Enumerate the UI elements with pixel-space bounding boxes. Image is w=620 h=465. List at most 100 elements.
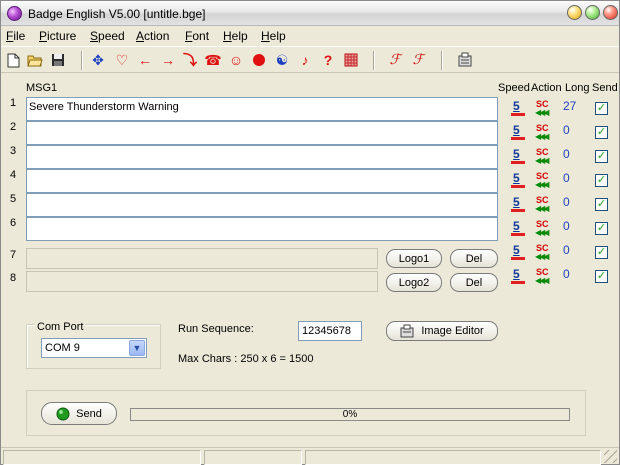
message-field-4[interactable]: [26, 169, 498, 193]
logo2-button[interactable]: Logo2: [386, 273, 442, 292]
speed-value: 5: [513, 267, 520, 281]
long-value: 0: [563, 171, 570, 185]
app-icon: [7, 6, 22, 21]
del-logo2-button[interactable]: Del: [450, 273, 498, 292]
run-sequence-input[interactable]: 12345678: [298, 321, 362, 341]
heart-icon[interactable]: ♡: [113, 51, 131, 69]
max-chars-text: Max Chars : 250 x 6 = 1500: [178, 353, 314, 365]
del-logo1-button[interactable]: Del: [450, 249, 498, 268]
toolbar-separator: [81, 51, 83, 70]
minimize-button[interactable]: [567, 5, 582, 20]
menu-help-2[interactable]: Help: [261, 29, 286, 43]
speed-icon[interactable]: 5: [511, 147, 526, 164]
long-header: Long: [565, 82, 590, 94]
speed-bar: [511, 257, 525, 260]
speed-value: 5: [513, 99, 520, 113]
telephone-icon[interactable]: ☎: [204, 51, 222, 69]
smiley-icon[interactable]: ☺: [227, 51, 245, 69]
message-field-5[interactable]: [26, 193, 498, 217]
action-icon[interactable]: SC ◀◀◀: [534, 195, 554, 213]
red-circle-icon[interactable]: [250, 51, 268, 69]
action-icon[interactable]: SC ◀◀◀: [534, 99, 554, 117]
grid-pattern-icon[interactable]: [342, 51, 360, 69]
send-checkbox[interactable]: ✓: [595, 222, 608, 235]
menu-help[interactable]: Help: [223, 29, 248, 43]
menu-action[interactable]: Action: [136, 29, 169, 43]
send-checkbox[interactable]: ✓: [595, 150, 608, 163]
send-button[interactable]: Send: [41, 402, 117, 425]
menu-file[interactable]: File: [6, 29, 25, 43]
font-f-icon[interactable]: ℱ: [386, 51, 404, 69]
run-sequence-label: Run Sequence:: [178, 323, 254, 335]
send-checkbox[interactable]: ✓: [595, 174, 608, 187]
toolbar-separator: [441, 51, 443, 70]
resize-grip[interactable]: [604, 450, 617, 463]
long-value: 0: [563, 243, 570, 257]
step-arrow-icon[interactable]: ⤵: [181, 51, 199, 69]
chevron-down-icon[interactable]: ▼: [129, 340, 145, 356]
maximize-button[interactable]: [585, 5, 600, 20]
action-icon[interactable]: SC ◀◀◀: [534, 123, 554, 141]
move-cross-icon[interactable]: ✥: [89, 51, 107, 69]
status-panel-1: [3, 450, 201, 465]
yin-yang-icon[interactable]: ☯: [273, 51, 291, 69]
row-number: 8: [10, 272, 17, 284]
message-field-6[interactable]: [26, 217, 498, 241]
com-port-select[interactable]: COM 9 ▼: [41, 338, 147, 358]
logo-field-8: [26, 271, 378, 292]
question-mark-icon[interactable]: ?: [319, 51, 337, 69]
send-checkbox[interactable]: ✓: [595, 102, 608, 115]
send-checkbox[interactable]: ✓: [595, 270, 608, 283]
settings-tool-icon[interactable]: [456, 51, 474, 69]
title-bar[interactable]: Badge English V5.00 [untitle.bge]: [1, 1, 619, 26]
menu-picture[interactable]: Picture: [39, 29, 76, 43]
menu-bar: File Picture Speed Action Font Help Help: [1, 27, 619, 45]
arrow-right-icon[interactable]: →: [159, 51, 177, 69]
speed-icon[interactable]: 5: [511, 195, 526, 212]
long-value: 0: [563, 267, 570, 281]
triple-arrow-left-icon: ◀◀◀: [535, 108, 550, 117]
message-field-2[interactable]: [26, 121, 498, 145]
logo-field-7: [26, 248, 378, 269]
open-folder-icon[interactable]: [26, 51, 44, 69]
close-button[interactable]: [603, 5, 618, 20]
action-icon[interactable]: SC ◀◀◀: [534, 171, 554, 189]
speed-icon[interactable]: 5: [511, 243, 526, 260]
speed-icon[interactable]: 5: [511, 123, 526, 140]
send-checkbox[interactable]: ✓: [595, 126, 608, 139]
action-icon[interactable]: SC ◀◀◀: [534, 147, 554, 165]
save-disk-icon[interactable]: [49, 51, 67, 69]
speed-icon[interactable]: 5: [511, 99, 526, 116]
menu-speed[interactable]: Speed: [90, 29, 125, 43]
action-icon[interactable]: SC ◀◀◀: [534, 267, 554, 285]
new-file-icon[interactable]: [4, 51, 22, 69]
speed-header: Speed: [498, 82, 530, 94]
long-value: 0: [563, 123, 570, 137]
action-icon[interactable]: SC ◀◀◀: [534, 219, 554, 237]
send-checkbox[interactable]: ✓: [595, 198, 608, 211]
message-field-1[interactable]: Severe Thunderstorm Warning: [26, 97, 498, 121]
send-checkbox[interactable]: ✓: [595, 246, 608, 259]
com-port-value: COM 9: [45, 342, 80, 354]
long-value: 0: [563, 147, 570, 161]
action-icon[interactable]: SC ◀◀◀: [534, 243, 554, 261]
image-editor-icon: [400, 324, 414, 338]
progress-text: 0%: [342, 409, 358, 420]
menu-font[interactable]: Font: [185, 29, 209, 43]
speed-icon[interactable]: 5: [511, 171, 526, 188]
triple-arrow-left-icon: ◀◀◀: [535, 180, 550, 189]
font-f-italic-icon[interactable]: ℱ: [409, 51, 427, 69]
image-editor-button[interactable]: Image Editor: [386, 321, 498, 341]
row-number: 5: [10, 193, 17, 205]
row-number: 3: [10, 145, 17, 157]
arrow-left-icon[interactable]: ←: [136, 51, 154, 69]
toolbar-separator: [373, 51, 375, 70]
action-header: Action: [531, 82, 562, 94]
speed-value: 5: [513, 195, 520, 209]
speed-icon[interactable]: 5: [511, 267, 526, 284]
logo1-button[interactable]: Logo1: [386, 249, 442, 268]
speed-icon[interactable]: 5: [511, 219, 526, 236]
row-number: 4: [10, 169, 17, 181]
message-field-3[interactable]: [26, 145, 498, 169]
music-note-icon[interactable]: ♪: [296, 51, 314, 69]
